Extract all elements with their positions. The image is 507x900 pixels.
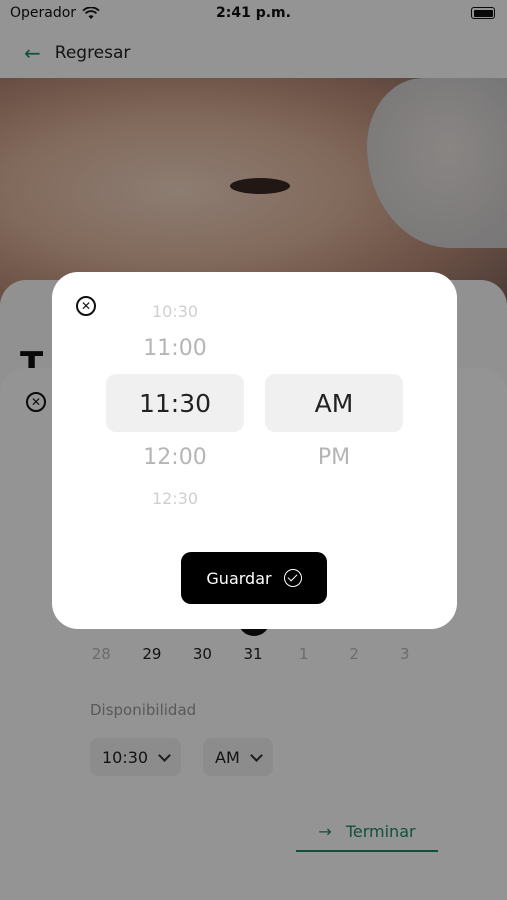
check-circle-icon — [283, 569, 302, 587]
save-button[interactable]: Guardar — [181, 552, 327, 604]
close-icon: ✕ — [80, 299, 92, 313]
time-option-selected[interactable]: 11:30 — [106, 389, 244, 418]
time-option[interactable]: 12:30 — [106, 489, 244, 508]
time-option[interactable]: 10:30 — [106, 302, 244, 321]
time-option[interactable]: 11:00 — [106, 336, 244, 361]
time-option[interactable]: 12:00 — [106, 445, 244, 470]
app-screen: Operador 2:41 p.m. ← Regresar T ✕ 28 29 … — [0, 0, 507, 900]
ampm-wheel[interactable]: AM PM — [265, 296, 403, 536]
ampm-option-selected[interactable]: AM — [265, 389, 403, 418]
time-picker-modal: ✕ 10:30 11:00 11:30 12:00 12:30 AM PM Gu… — [52, 272, 457, 629]
save-label: Guardar — [206, 568, 272, 588]
time-wheel[interactable]: 10:30 11:00 11:30 12:00 12:30 — [106, 296, 244, 536]
ampm-option[interactable]: PM — [265, 445, 403, 470]
close-modal-button[interactable]: ✕ — [76, 296, 96, 316]
